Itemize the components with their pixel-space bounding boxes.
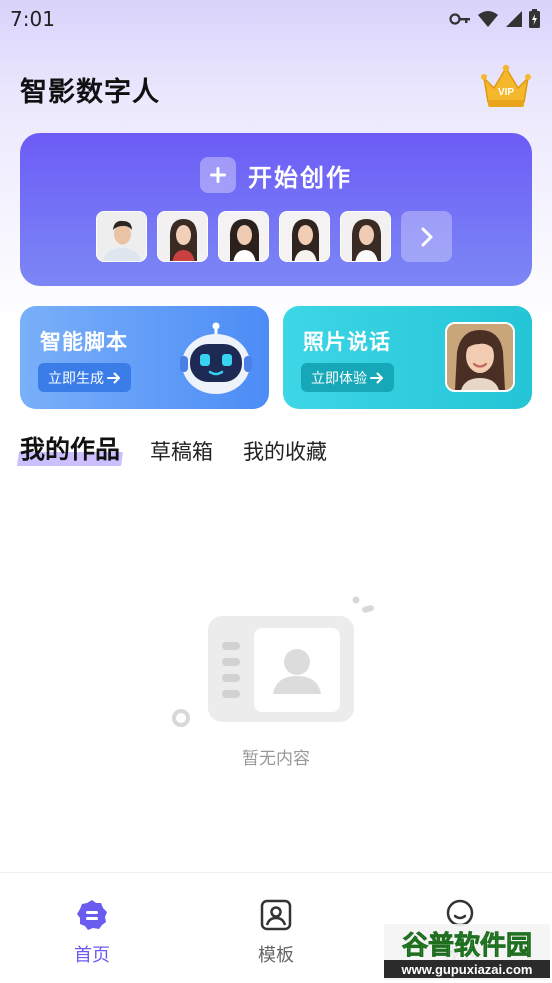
robot-icon: [180, 322, 252, 394]
photo-talk-card[interactable]: 照片说话 立即体验: [283, 306, 532, 409]
tab-my-works-label: 我的作品: [20, 435, 121, 464]
photo-portrait: [445, 322, 515, 392]
avatar-row: [96, 211, 452, 262]
nav-templates[interactable]: 模板: [236, 899, 316, 967]
arrow-right-icon: [370, 372, 383, 383]
avatar-female-3[interactable]: [279, 211, 330, 262]
generate-now-button[interactable]: 立即生成: [38, 363, 131, 392]
nav-home-label: 首页: [74, 945, 110, 966]
smart-script-card[interactable]: 智能脚本 立即生成: [20, 306, 269, 409]
chevron-right-icon: [421, 227, 432, 246]
avatar-female-1[interactable]: [157, 211, 208, 262]
try-now-label: 立即体验: [311, 370, 367, 387]
battery-icon: [529, 9, 540, 28]
status-time: 7:01: [10, 7, 55, 31]
watermark-url: www.gupuxiazai.com: [401, 962, 533, 977]
works-tabs: 我的作品 草稿箱 我的收藏: [17, 430, 357, 466]
tab-my-works[interactable]: 我的作品: [17, 430, 123, 466]
watermark-logo: 谷普软件园 www.gupuxiazai.com: [384, 924, 550, 980]
avatar-male[interactable]: [96, 211, 147, 262]
status-icons: [449, 9, 540, 28]
plus-icon: [200, 157, 236, 193]
tab-favorites-label: 我的收藏: [243, 440, 328, 464]
watermark-title: 谷普软件园: [402, 930, 532, 960]
start-creation-card[interactable]: 开始创作: [20, 133, 532, 286]
vip-crown-icon[interactable]: VIP: [478, 62, 534, 112]
tab-drafts-label: 草稿箱: [150, 440, 214, 464]
arrow-right-icon: [107, 372, 120, 383]
nav-home[interactable]: 首页: [52, 899, 132, 967]
generate-now-label: 立即生成: [48, 370, 104, 387]
status-bar: 7:01: [0, 0, 552, 38]
template-icon: [260, 899, 292, 931]
tab-drafts[interactable]: 草稿箱: [150, 436, 213, 466]
start-creation-label: 开始创作: [248, 163, 352, 192]
try-now-button[interactable]: 立即体验: [301, 363, 394, 392]
smart-script-title: 智能脚本: [40, 330, 128, 354]
empty-state-illustration: [172, 596, 374, 727]
signal-icon: [506, 10, 522, 27]
avatar-female-2[interactable]: [218, 211, 269, 262]
home-icon: [77, 900, 107, 930]
vip-label: VIP: [498, 87, 514, 98]
more-avatars-button[interactable]: [401, 211, 452, 262]
wifi-icon: [478, 10, 498, 27]
app-title: 智影数字人: [20, 77, 160, 108]
avatar-female-4[interactable]: [340, 211, 391, 262]
tab-favorites[interactable]: 我的收藏: [243, 436, 327, 466]
start-creation-header[interactable]: 开始创作: [200, 157, 352, 193]
vpn-key-icon: [449, 12, 470, 25]
empty-state-text: 暂无内容: [242, 749, 310, 769]
photo-talk-title: 照片说话: [303, 330, 391, 354]
nav-templates-label: 模板: [258, 945, 294, 966]
